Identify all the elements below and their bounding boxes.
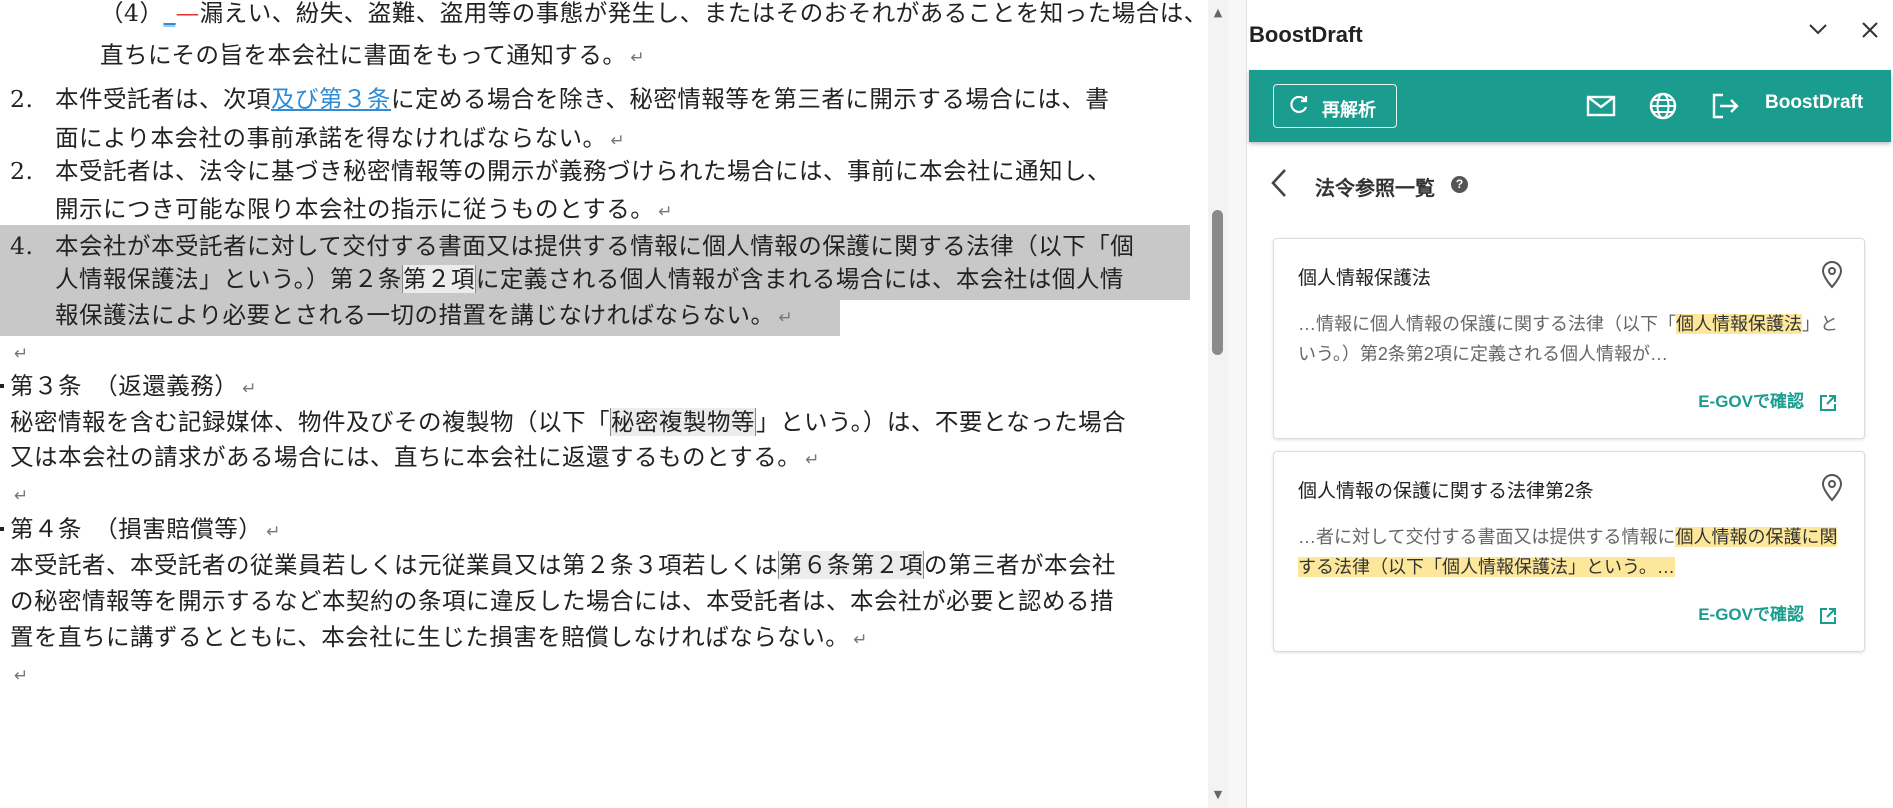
document-line[interactable]: 2. 本受託者は、法令に基づき秘密情報等の開示が義務づけられた場合には、事前に本会… — [0, 150, 1190, 192]
back-chevron-icon[interactable] — [1265, 166, 1293, 200]
defined-term-field: 第６条第２項 — [778, 551, 924, 579]
return-mark-icon: ↵ — [805, 450, 821, 470]
return-mark-icon: ↵ — [266, 522, 281, 542]
text-run: の第三者が本会社 — [924, 551, 1116, 579]
document-line[interactable]: 開示につき可能な限り本会社の指示に従うものとする。 ↵ — [0, 188, 1190, 230]
text-run: 第４条 （損害賠償等） — [10, 515, 263, 543]
document-line[interactable]: 直ちにその旨を本会社に書面をもって通知する。 ↵ — [0, 34, 1190, 76]
cross-reference-link[interactable]: 及び第３条 — [271, 85, 391, 113]
law-reference-card[interactable]: 個人情報の保護に関する法律第2条 …者に対して交付する書面又は提供する情報に個人情… — [1273, 451, 1865, 652]
document-line[interactable]: ↵ — [0, 652, 1190, 694]
location-pin-icon[interactable] — [1820, 474, 1844, 502]
defined-term-field: 秘密複製物等 — [610, 408, 756, 436]
return-mark-icon: ↵ — [14, 344, 29, 364]
paragraph-mark-icon — [0, 527, 4, 531]
text-run: 本受託者、本受託者の従業員若しくは元従業員又は第２条３項若しくは — [10, 551, 778, 579]
line-text: 直ちにその旨を本会社に書面をもって通知する。 ↵ — [100, 34, 645, 79]
card-snippet: …情報に個人情報の保護に関する法律（以下「個人情報保護法」という。）第2条第2項… — [1298, 309, 1838, 369]
close-icon[interactable] — [1855, 18, 1885, 48]
text-run: 又は本会社の請求がある場合には、直ちに本会社に返還するものとする。 — [10, 443, 802, 471]
text-run: の秘密情報等を開示するなど本契約の条項に違反した場合には、本受託者は、本会社が必… — [10, 587, 1114, 615]
return-mark-icon: ↵ — [630, 48, 646, 68]
line-text: 本受託者は、法令に基づき秘密情報等の開示が義務づけられた場合には、事前に本会社に… — [55, 150, 1111, 192]
document-editor[interactable]: （4）_—漏えい、紛失、盗難、盗用等の事態が発生し、またはそのおそれがあることを… — [0, 0, 1208, 808]
text-run: — — [175, 0, 200, 27]
return-mark-icon: ↵ — [610, 131, 626, 151]
panel-toolbar: 再解析 BoostDraft — [1249, 70, 1891, 142]
list-number: 2. — [10, 157, 34, 185]
document-scrollbar[interactable]: ▲ ▼ — [1208, 0, 1228, 808]
panel-title: BoostDraft — [1249, 22, 1363, 47]
mail-icon[interactable] — [1585, 90, 1617, 122]
text-run: 第３条 （返還義務） — [10, 372, 239, 400]
scroll-down-arrow-icon[interactable]: ▼ — [1211, 788, 1225, 802]
text-run: 開示につき可能な限り本会社の指示に従うものとする。 — [55, 195, 655, 223]
cross-reference-link[interactable]: _ — [163, 0, 175, 27]
text-run: 直ちにその旨を本会社に書面をもって通知する。 — [100, 41, 627, 69]
line-text: ↵ — [10, 652, 29, 697]
card-title: 個人情報保護法 — [1298, 268, 1432, 289]
text-run: （4） — [100, 0, 164, 27]
snippet-text: …者に対して交付する書面又は提供する情報に — [1298, 527, 1676, 547]
text-run: 報保護法により必要とされる一切の措置を講じなければならない。 — [55, 301, 775, 329]
globe-icon[interactable] — [1647, 90, 1679, 122]
text-run: 本受託者は、法令に基づき秘密情報等の開示が義務づけられた場合には、事前に本会社に… — [55, 157, 1111, 185]
line-text: （4）_—漏えい、紛失、盗難、盗用等の事態が発生し、またはそのおそれがあることを… — [100, 0, 1208, 34]
scroll-up-arrow-icon[interactable]: ▲ — [1211, 6, 1225, 20]
text-run: に定義される個人情報が含まれる場合には、本会社は個人情 — [475, 265, 1124, 293]
boostdraft-panel: BoostDraft 再解析 BoostDraft 法令参照一覧 ? 個人情報保… — [1247, 0, 1893, 808]
document-line[interactable]: 2. 本件受託者は、次項及び第３条に定める場合を除き、秘密情報等を第三者に開示する… — [0, 78, 1190, 120]
location-pin-icon[interactable] — [1820, 261, 1844, 289]
defined-term-field: 第２項 — [401, 265, 476, 293]
return-mark-icon: ↵ — [658, 202, 674, 222]
paragraph-mark-icon — [0, 384, 4, 388]
text-run: 秘密情報を含む記録媒体、物件及びその複製物（以下「 — [10, 408, 610, 436]
law-reference-card[interactable]: 個人情報保護法 …情報に個人情報の保護に関する法律（以下「個人情報保護法」という。… — [1273, 238, 1865, 439]
return-mark-icon: ↵ — [242, 379, 257, 399]
card-snippet: …者に対して交付する書面又は提供する情報に個人情報の保護に関する法律（以下「個人… — [1298, 522, 1838, 582]
text-run: 」という。）は、不要となった場合 — [756, 408, 1127, 436]
egov-link-label: E-GOVで確認 — [1698, 392, 1804, 411]
text-run: 置を直ちに講ずるとともに、本会社に生じた損害を賠償しなければならない。 — [10, 623, 850, 651]
text-run: 漏えい、紛失、盗難、盗用等の事態が発生し、またはそのおそれがあることを知った場合… — [199, 0, 1208, 27]
refresh-icon — [1288, 94, 1310, 121]
return-mark-icon: ↵ — [778, 308, 794, 328]
return-mark-icon: ↵ — [14, 666, 29, 686]
section-title: 法令参照一覧 — [1315, 178, 1435, 200]
snippet-highlight: 個人情報保護法 — [1676, 314, 1802, 334]
scroll-thumb[interactable] — [1212, 210, 1223, 355]
reanalyze-button[interactable]: 再解析 — [1273, 84, 1397, 128]
line-text: 本件受託者は、次項及び第３条に定める場合を除き、秘密情報等を第三者に開示する場合… — [55, 78, 1109, 120]
egov-link[interactable]: E-GOVで確認 — [1698, 600, 1838, 626]
list-number: 2. — [10, 85, 34, 113]
brand-label: BoostDraft — [1765, 92, 1864, 113]
text-run: に定める場合を除き、秘密情報等を第三者に開示する場合には、書 — [391, 85, 1110, 113]
card-title: 個人情報の保護に関する法律第2条 — [1298, 481, 1594, 502]
pane-divider[interactable] — [1228, 0, 1247, 808]
external-link-icon — [1818, 606, 1838, 626]
reanalyze-label: 再解析 — [1322, 100, 1376, 120]
external-link-icon — [1818, 393, 1838, 413]
egov-link[interactable]: E-GOVで確認 — [1698, 387, 1838, 413]
egov-link-label: E-GOVで確認 — [1698, 605, 1804, 624]
chevron-down-icon[interactable] — [1803, 18, 1833, 48]
snippet-text: …情報に個人情報の保護に関する法律（以下「 — [1298, 314, 1676, 334]
logout-icon[interactable] — [1709, 90, 1741, 122]
return-mark-icon: ↵ — [853, 630, 869, 650]
text-run: 人情報保護法」という。）第２条 — [55, 265, 402, 293]
document-line[interactable]: （4）_—漏えい、紛失、盗難、盗用等の事態が発生し、またはそのおそれがあることを… — [0, 0, 1207, 34]
text-run: 本会社が本受託者に対して交付する書面又は提供する情報に個人情報の保護に関する法律… — [55, 232, 1135, 260]
text-run: 面により本会社の事前承諾を得なければならない。 — [55, 124, 607, 152]
help-icon[interactable]: ? — [1451, 176, 1468, 193]
text-run: 本件受託者は、次項 — [55, 85, 271, 113]
return-mark-icon: ↵ — [14, 486, 29, 506]
